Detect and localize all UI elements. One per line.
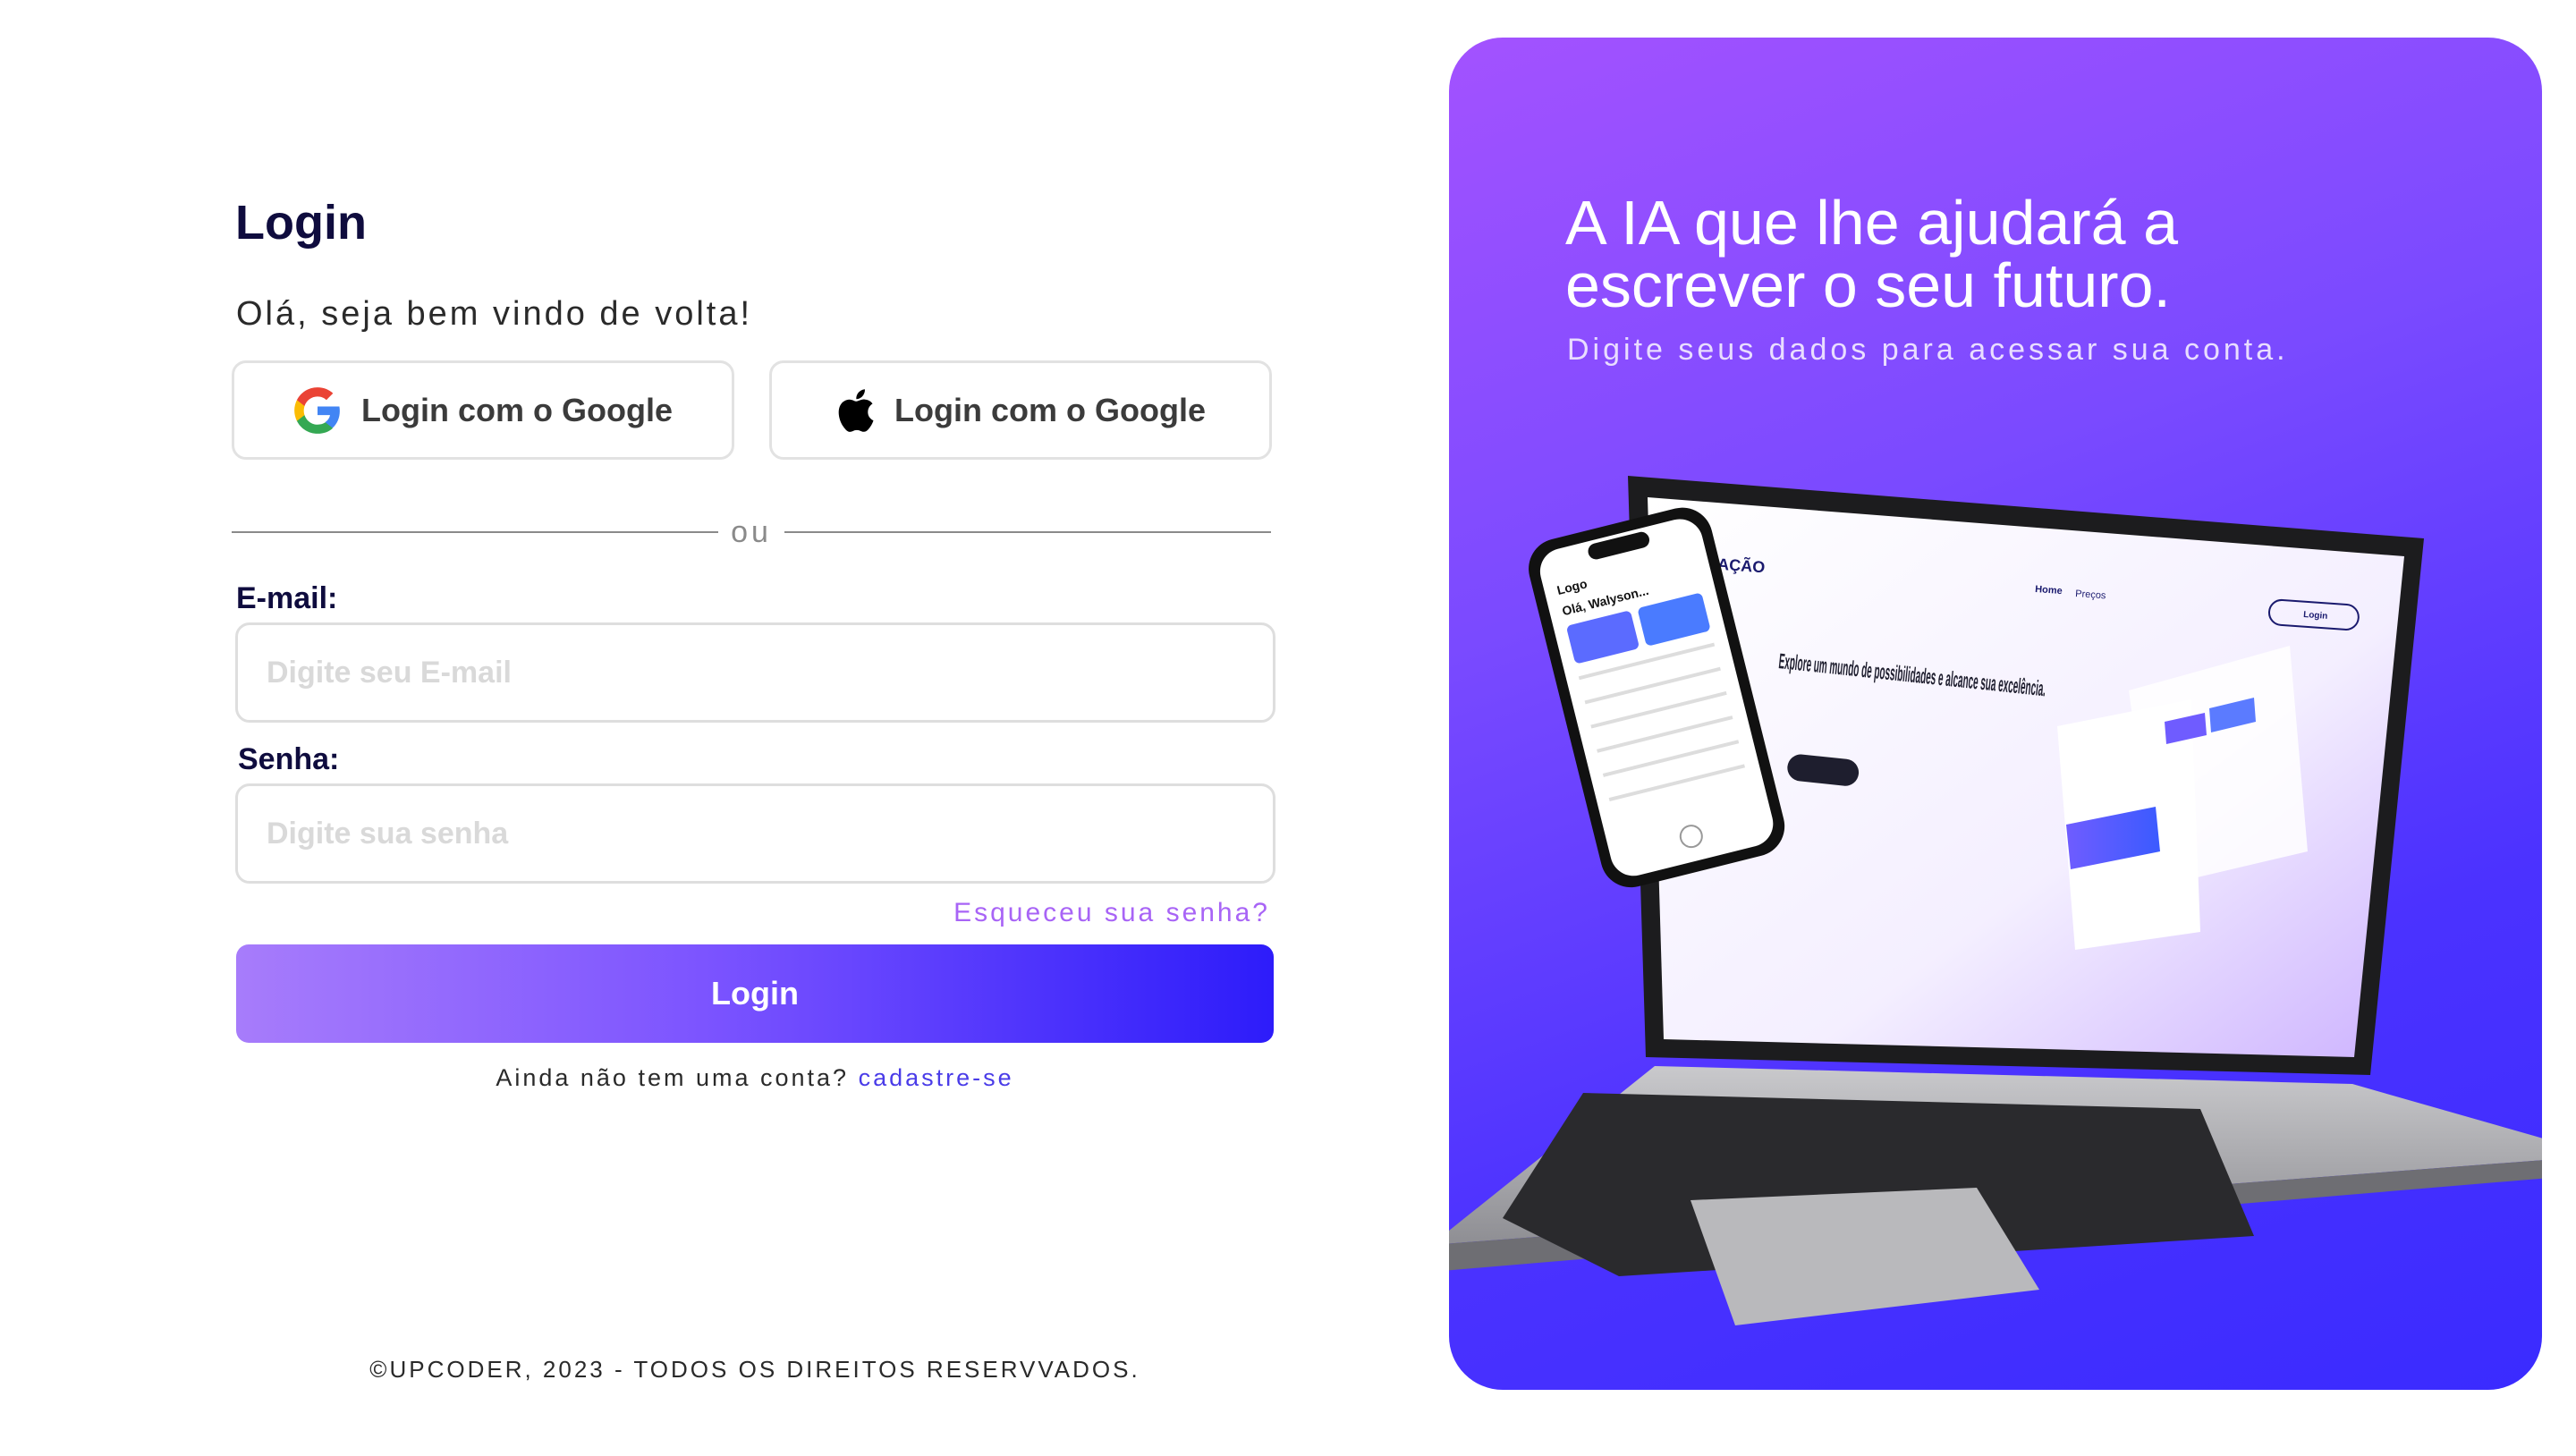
email-label: E-mail:: [236, 581, 338, 615]
laptop-nav-home: Home: [2035, 584, 2063, 597]
hero-title: A IA que lhe ajudará a escrever o seu fu…: [1565, 188, 2178, 320]
signup-prompt-text: Ainda não tem uma conta?: [496, 1064, 850, 1091]
divider-line-left: [232, 531, 719, 533]
divider-text: ou: [731, 514, 772, 549]
divider-line-right: [784, 531, 1272, 533]
page-title: Login: [235, 196, 367, 250]
device-mockup: REDAÇÃO Home Preços Login Explore um mun…: [1449, 467, 2542, 1390]
password-field[interactable]: [235, 783, 1275, 884]
laptop-nav-prices: Preços: [2075, 588, 2106, 601]
signup-link[interactable]: cadastre-se: [859, 1064, 1014, 1091]
email-field[interactable]: [235, 622, 1275, 723]
laptop-base: [1449, 1066, 2542, 1325]
google-login-label: Login com o Google: [361, 391, 673, 428]
copyright-footer: ©UPCODER, 2023 - TODOS OS DIREITOS RESER…: [369, 1356, 1140, 1383]
google-logo-icon: [293, 386, 342, 435]
apple-login-button[interactable]: Login com o Google: [769, 360, 1272, 460]
laptop-login-label: Login: [2303, 610, 2328, 622]
signup-prompt: Ainda não tem uma conta? cadastre-se: [236, 1064, 1274, 1092]
apple-logo-icon: [835, 388, 875, 433]
forgot-password-link[interactable]: Esqueceu sua senha?: [930, 898, 1270, 928]
welcome-text: Olá, seja bem vindo de volta!: [236, 295, 753, 333]
apple-login-label: Login com o Google: [894, 391, 1206, 428]
password-label: Senha:: [238, 742, 340, 776]
hero-subtitle: Digite seus dados para acessar sua conta…: [1567, 333, 2289, 367]
or-divider: ou: [232, 510, 1272, 554]
login-button[interactable]: Login: [236, 944, 1274, 1043]
google-login-button[interactable]: Login com o Google: [232, 360, 734, 460]
hero-panel: A IA que lhe ajudará a escrever o seu fu…: [1449, 38, 2542, 1390]
